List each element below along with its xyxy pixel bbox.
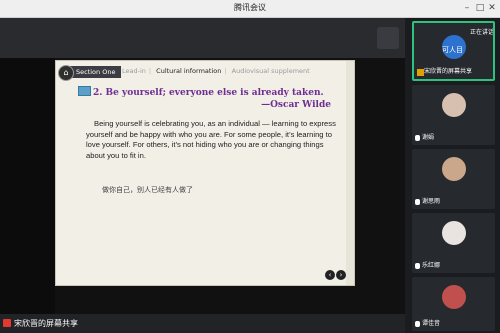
quote-heading: 2. Be yourself; everyone else is already…	[78, 86, 343, 111]
participants-panel: 正在讲话: 宋 可人目 宋欣晋的屏幕共享 谢娟 谢思雨 乐红娜 谭佳音	[405, 18, 500, 333]
home-icon[interactable]: ⌂	[58, 65, 74, 81]
mic-icon	[415, 199, 420, 205]
share-status-icon	[3, 319, 11, 327]
participant-tile[interactable]: 乐红娜	[412, 213, 495, 273]
avatar	[441, 221, 466, 245]
share-label: 宋欣晋的屏幕共享	[14, 319, 78, 328]
tab-lead-in[interactable]: Lead-in	[122, 67, 146, 75]
minimize-icon[interactable]: –	[460, 1, 474, 15]
quote-author: —Oscar Wilde	[261, 100, 331, 110]
slide-arrows: ‹ ›	[324, 262, 346, 281]
speaking-indicator: 正在讲话: 宋	[470, 29, 495, 36]
participant-tile[interactable]: 谭佳音	[412, 277, 495, 331]
screen-share-icon	[417, 69, 424, 76]
presentation-slide: Section One ⌂ Lead-in | Cultural informat…	[55, 60, 355, 286]
participant-name: 乐红娜	[422, 262, 441, 269]
previous-arrow-icon[interactable]: ‹	[325, 270, 335, 280]
participant-tile[interactable]: 正在讲话: 宋 可人目 宋欣晋的屏幕共享	[412, 21, 495, 81]
layout-toggle-button[interactable]	[377, 27, 399, 49]
participant-tile[interactable]: 谢娟	[412, 85, 495, 145]
avatar	[441, 93, 466, 117]
slide-right-strip	[346, 61, 354, 285]
quote-text: 2. Be yourself; everyone else is already…	[93, 88, 324, 98]
participant-name: 宋欣晋的屏幕共享	[424, 68, 473, 75]
section-label: Section One	[70, 66, 122, 78]
avatar	[441, 285, 466, 309]
mic-icon	[415, 263, 420, 269]
top-toolbar	[0, 18, 405, 58]
slide-tabs: Lead-in | Cultural information | Audiovisu…	[122, 67, 310, 75]
avatar	[441, 157, 466, 181]
window-title: 腾讯会议	[234, 3, 266, 12]
participant-name: 谭佳音	[422, 320, 441, 327]
chinese-translation: 做你自己，别人已经有人做了	[102, 186, 193, 194]
avatar-text: 可人目	[442, 46, 463, 54]
participant-name: 谢思雨	[422, 198, 441, 205]
screen-share-bar: 宋欣晋的屏幕共享	[0, 314, 405, 333]
mic-icon	[415, 135, 420, 141]
next-arrow-icon[interactable]: ›	[336, 270, 346, 280]
close-icon[interactable]: ✕	[485, 1, 499, 15]
slide-paragraph: Being yourself is celebrating you, as an…	[86, 119, 336, 160]
stage-left-band	[0, 58, 55, 314]
tab-audiovisual-supplement[interactable]: Audiovisual supplement	[232, 67, 310, 75]
participant-tile[interactable]: 谢思雨	[412, 149, 495, 209]
mic-icon	[415, 321, 420, 327]
tab-cultural-information[interactable]: Cultural information	[156, 67, 221, 75]
participant-name: 谢娟	[422, 134, 435, 141]
title-bar: 腾讯会议 – □ ✕	[0, 0, 500, 18]
book-icon	[78, 86, 91, 96]
